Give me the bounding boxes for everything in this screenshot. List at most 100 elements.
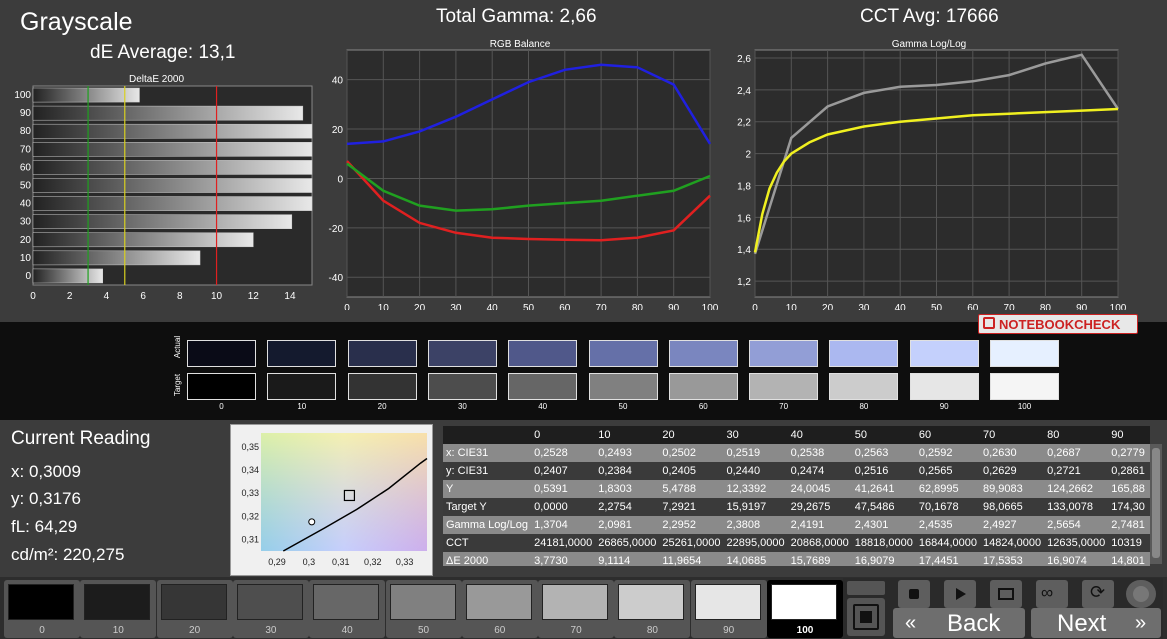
patch-color — [313, 584, 380, 620]
rgb-x-tick: 20 — [414, 303, 426, 310]
table-cell: 20868,0000 — [787, 534, 852, 552]
patch-button-40[interactable]: 40 — [309, 580, 386, 638]
deltae-x-tick: 12 — [248, 291, 260, 302]
deltae-x-tick: 4 — [104, 291, 110, 302]
table-header-cell: 90 — [1108, 426, 1150, 444]
cie-x-tick: 0,3 — [303, 557, 316, 567]
actual-swatch — [668, 340, 738, 367]
deltae-category-label: 60 — [20, 162, 32, 173]
table-cell: 14824,0000 — [979, 534, 1045, 552]
table-cell: 2,7481 — [1108, 516, 1150, 534]
table-header-cell: 20 — [659, 426, 724, 444]
gamma-chart: Gamma Log/Log 0 10 20 30 40 50 60 70 80 90 100 2,6 2,… — [737, 39, 1127, 310]
table-cell: 15,9197 — [723, 498, 788, 516]
back-arrow-icon: « — [905, 612, 917, 634]
cie-actual-point — [308, 518, 316, 526]
table-cell: 0,2516 — [851, 462, 916, 480]
actual-swatch — [427, 340, 497, 367]
gamma-x-tick: 0 — [752, 303, 758, 310]
gamma-x-tick: 80 — [1040, 303, 1052, 310]
record-button[interactable] — [1126, 580, 1156, 608]
table-cell: 133,0078 — [1044, 498, 1109, 516]
stop-big-button[interactable] — [847, 598, 885, 636]
gamma-x-tick: 90 — [1076, 303, 1088, 310]
loop-button[interactable]: ∞ — [1036, 580, 1068, 608]
table-cell: 98,0665 — [979, 498, 1045, 516]
patch-label: 0 — [39, 625, 45, 636]
table-cell: 0,2565 — [915, 462, 980, 480]
table-row-label: ΔE 2000 — [443, 552, 532, 566]
cie-y-tick: 0,33 — [241, 488, 259, 498]
single-measure-button[interactable] — [990, 580, 1022, 608]
actual-swatch — [990, 340, 1059, 367]
patch-color — [771, 584, 837, 620]
patch-button-0[interactable]: 0 — [4, 580, 80, 638]
table-cell: 174,30 — [1108, 498, 1150, 516]
table-cell: 14,801 — [1108, 552, 1150, 566]
target-swatch — [347, 373, 417, 400]
patch-color — [8, 584, 74, 620]
table-cell: 11,9654 — [659, 552, 724, 566]
swatch-label: 70 — [779, 402, 789, 411]
patch-button-10[interactable]: 10 — [80, 580, 157, 638]
target-swatch — [668, 373, 738, 400]
table-scrollbar[interactable] — [1150, 444, 1162, 564]
table-cell: 2,4927 — [979, 516, 1045, 534]
refresh-button[interactable]: ⟳ — [1082, 580, 1114, 608]
table-cell: 165,88 — [1108, 480, 1150, 498]
table-row-label: Y — [443, 480, 532, 498]
target-swatch — [267, 373, 337, 400]
actual-swatch — [749, 340, 819, 367]
table-cell: 41,2641 — [851, 480, 916, 498]
patch-color — [465, 584, 532, 620]
patch-button-70[interactable]: 70 — [538, 580, 615, 638]
table-cell: 62,8995 — [915, 480, 980, 498]
play-icon — [956, 588, 966, 600]
next-button[interactable]: Next » — [1031, 608, 1161, 638]
target-row-label: Target — [173, 373, 182, 397]
patch-button-30[interactable]: 30 — [232, 580, 309, 638]
patch-button-80[interactable]: 80 — [614, 580, 691, 638]
play-button[interactable] — [944, 580, 976, 608]
next-arrow-icon: » — [1135, 612, 1147, 634]
deltae-x-tick: 10 — [211, 291, 223, 302]
gamma-y-tick: 2,4 — [737, 86, 751, 97]
patch-button-100[interactable]: 100 — [767, 580, 843, 638]
patch-button-60[interactable]: 60 — [461, 580, 538, 638]
rgb-x-tick: 30 — [450, 303, 462, 310]
gamma-x-tick: 60 — [967, 303, 979, 310]
stop-button[interactable] — [898, 580, 930, 608]
gamma-y-tick: 2 — [745, 150, 751, 161]
cie-y-tick: 0,32 — [241, 511, 259, 521]
table-cell: 0,2528 — [531, 444, 596, 462]
patch-button-50[interactable]: 50 — [385, 580, 462, 638]
table-row-label: Gamma Log/Log — [443, 516, 532, 534]
rgb-y-tick: 40 — [332, 76, 344, 87]
rgb-x-tick: 60 — [559, 303, 571, 310]
back-button[interactable]: « Back — [893, 608, 1025, 638]
gamma-y-tick: 2,6 — [737, 54, 751, 65]
rgb-y-tick: -20 — [329, 224, 344, 235]
deltae-bar — [32, 214, 293, 229]
cct-average: CCT Avg: 17666 — [860, 6, 999, 27]
table-cell: 12,3392 — [723, 480, 788, 498]
expand-button[interactable] — [847, 581, 885, 595]
patch-button-20[interactable]: 20 — [156, 580, 233, 638]
back-label: Back — [947, 610, 1001, 637]
table-cell: 7,2921 — [659, 498, 724, 516]
table-cell: 18818,0000 — [851, 534, 916, 552]
deltae-x-tick: 0 — [30, 291, 36, 302]
patch-label: 90 — [723, 625, 735, 636]
deltae-x-tick: 8 — [177, 291, 183, 302]
patch-label: 80 — [646, 625, 658, 636]
rgb-title: RGB Balance — [490, 39, 551, 50]
swatch-label: 40 — [538, 402, 548, 411]
deltae-bar — [32, 87, 140, 103]
reading-y: y: 0,3176 — [11, 489, 81, 508]
patch-button-90[interactable]: 90 — [690, 580, 767, 638]
patch-color — [542, 584, 609, 620]
table-cell: 24181,0000 — [531, 534, 596, 552]
rgb-y-tick: -40 — [329, 273, 344, 284]
rgb-x-tick: 100 — [702, 303, 718, 310]
swatch-label: 30 — [457, 402, 467, 411]
